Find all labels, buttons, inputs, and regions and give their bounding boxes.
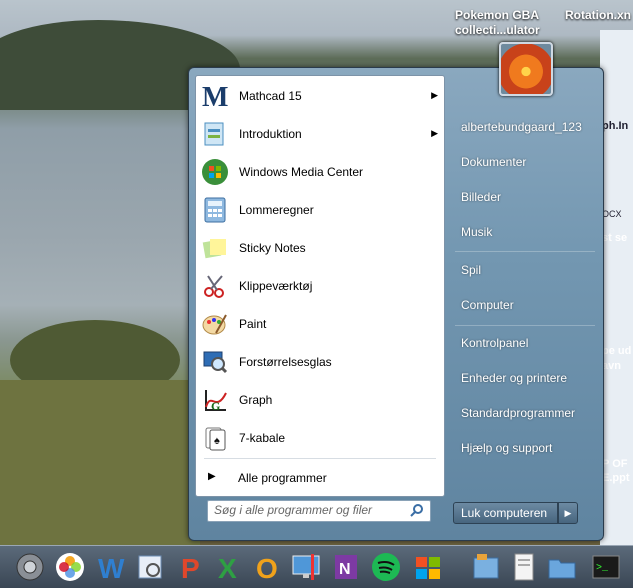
system-preferences-icon[interactable]: [14, 551, 46, 583]
program-label: Lommeregner: [239, 203, 314, 217]
calculator-icon: [201, 196, 229, 224]
program-7-kabale[interactable]: ♠ 7-kabale: [196, 420, 444, 456]
search-icon[interactable]: [410, 503, 424, 520]
fragment-text: pe ud: [602, 345, 632, 357]
music-link[interactable]: Musik: [455, 217, 601, 247]
fragment-text: OCX: [602, 209, 622, 219]
fragment-text: avn: [602, 360, 621, 372]
program-paint[interactable]: Paint: [196, 306, 444, 342]
program-lommeregner[interactable]: Lommeregner: [196, 192, 444, 228]
program-label: 7-kabale: [239, 431, 286, 445]
svg-text:N: N: [339, 561, 351, 578]
introduction-icon: [201, 120, 229, 148]
program-graph[interactable]: G Graph: [196, 382, 444, 418]
spotify-icon[interactable]: [370, 551, 402, 583]
help-support-link[interactable]: Hjælp og support: [455, 433, 601, 463]
games-link[interactable]: Spil: [455, 255, 601, 285]
documents-icon[interactable]: [470, 551, 502, 583]
photos-icon[interactable]: [54, 551, 86, 583]
magnifier-icon: [201, 348, 229, 376]
programs-pane: M Mathcad 15 ▶ Introduktion ▶ Windows Me…: [195, 75, 445, 497]
start-menu: M Mathcad 15 ▶ Introduktion ▶ Windows Me…: [188, 42, 604, 541]
preview-icon[interactable]: [134, 551, 166, 583]
svg-text:G: G: [211, 399, 220, 413]
landscape-shore: [0, 380, 200, 550]
excel-icon[interactable]: X: [214, 551, 246, 583]
all-programs-label: Alle programmer: [238, 471, 327, 485]
terminal-icon[interactable]: >_: [590, 551, 622, 583]
devices-printers-link[interactable]: Enheder og printere: [455, 363, 601, 393]
program-label: Windows Media Center: [239, 165, 364, 179]
svg-text:M: M: [202, 82, 228, 110]
fragment-text: st se: [602, 232, 628, 244]
control-panel-link[interactable]: Kontrolpanel: [455, 328, 601, 358]
desktop-icon-rotation[interactable]: Rotation.xn: [565, 8, 631, 23]
fragment-text: ph.In: [602, 120, 629, 132]
graph-icon: G: [201, 386, 229, 414]
program-introduktion[interactable]: Introduktion ▶: [196, 116, 444, 152]
program-label: Mathcad 15: [239, 89, 302, 103]
program-media-center[interactable]: Windows Media Center: [196, 154, 444, 190]
program-label: Paint: [239, 317, 267, 331]
onenote-icon[interactable]: N: [330, 551, 362, 583]
windows-logo-icon[interactable]: [412, 551, 444, 583]
divider: [455, 251, 595, 252]
user-name-link[interactable]: albertebundgaard_123: [455, 112, 601, 142]
program-label: Forstørrelsesglas: [239, 355, 332, 369]
remote-desktop-icon[interactable]: [290, 551, 322, 583]
search-input[interactable]: [208, 501, 404, 519]
submenu-arrow-icon: ▶: [431, 90, 438, 100]
program-sticky-notes[interactable]: Sticky Notes: [196, 230, 444, 266]
folder-icon[interactable]: [546, 551, 578, 583]
paint-icon: [201, 310, 229, 338]
program-klippevaerktoej[interactable]: Klippeværktøj: [196, 268, 444, 304]
user-picture[interactable]: [499, 42, 553, 96]
word-icon[interactable]: W: [96, 551, 128, 583]
svg-text:♠: ♠: [214, 435, 220, 447]
all-programs-button[interactable]: ▶ Alle programmer: [196, 464, 444, 492]
program-label: Graph: [239, 393, 273, 407]
outlook-icon[interactable]: O: [253, 551, 285, 583]
svg-text:W: W: [98, 553, 125, 582]
program-forstoerrelsesglas[interactable]: Forstørrelsesglas: [196, 344, 444, 380]
documents-link[interactable]: Dokumenter: [455, 147, 601, 177]
desktop-icon-pokemon[interactable]: Pokemon GBA collecti...ulator: [455, 8, 555, 38]
solitaire-icon: ♠: [201, 424, 229, 452]
docx-file-icon[interactable]: [508, 551, 540, 583]
divider: [455, 325, 595, 326]
submenu-arrow-icon: ▶: [431, 128, 438, 138]
shutdown-options-arrow-icon[interactable]: ▶: [558, 502, 578, 524]
svg-text:O: O: [256, 553, 278, 582]
search-box: [207, 500, 431, 522]
taskbar: W P X O N >_: [0, 545, 633, 588]
fragment-text: P OF: [602, 458, 628, 470]
program-label: Sticky Notes: [239, 241, 306, 255]
svg-text:>_: >_: [596, 563, 609, 574]
fragment-text: E.ppt: [602, 472, 630, 484]
sticky-notes-icon: [201, 234, 229, 262]
media-center-icon: [201, 158, 229, 186]
divider: [204, 458, 436, 459]
pictures-link[interactable]: Billeder: [455, 182, 601, 212]
computer-link[interactable]: Computer: [455, 290, 601, 320]
default-programs-link[interactable]: Standardprogrammer: [455, 398, 601, 428]
program-mathcad[interactable]: M Mathcad 15 ▶: [196, 78, 444, 114]
desktop-icon-label-line1: Rotation.xn: [565, 8, 631, 22]
powerpoint-icon[interactable]: P: [176, 551, 208, 583]
right-triangle-icon: ▶: [208, 471, 216, 482]
svg-text:X: X: [218, 553, 237, 582]
program-label: Klippeværktøj: [239, 279, 313, 293]
svg-text:P: P: [181, 553, 200, 582]
mathcad-icon: M: [201, 82, 229, 110]
desktop-icon-label-line2: collecti...ulator: [455, 23, 540, 37]
desktop-icon-label-line1: Pokemon GBA: [455, 8, 540, 22]
snipping-tool-icon: [201, 272, 229, 300]
program-label: Introduktion: [239, 127, 302, 141]
shutdown-button[interactable]: Luk computeren: [453, 502, 558, 524]
